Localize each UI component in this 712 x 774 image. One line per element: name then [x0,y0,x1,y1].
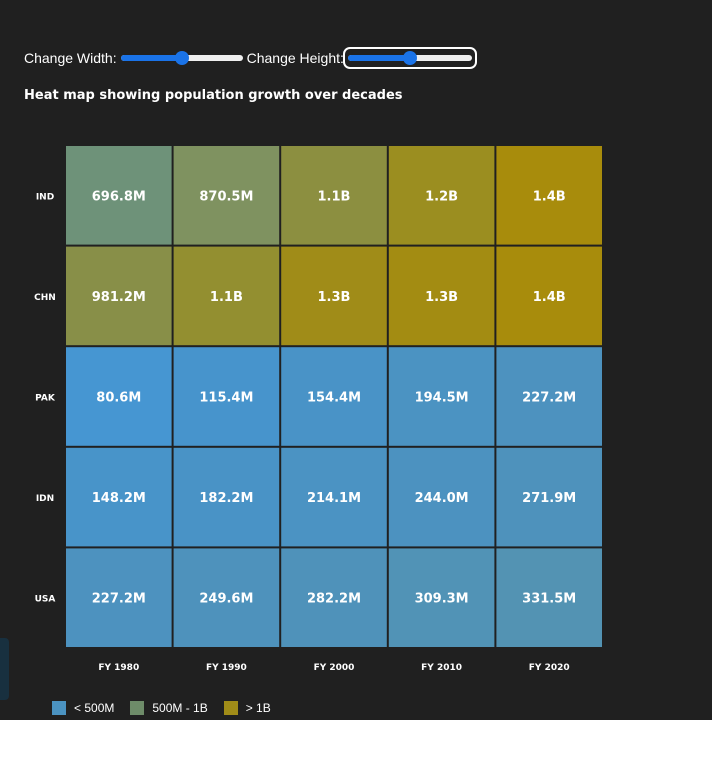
heatmap-cell-label: 331.5M [522,592,576,607]
legend-swatch [130,701,145,715]
heatmap-cell-label: 115.4M [199,391,253,406]
legend-item: 500M - 1B [130,701,208,715]
heatmap-cell-label: 309.3M [415,592,469,607]
heatmap-cell-label: 227.2M [522,391,576,406]
legend-item: > 1B [223,701,271,715]
legend: < 500M 500M - 1B > 1B [52,701,287,715]
heatmap-cell-label: 244.0M [415,491,469,506]
y-axis-label: USA [35,595,56,605]
legend-label: 500M - 1B [152,701,208,715]
width-slider[interactable] [119,50,245,66]
y-axis-label: CHN [34,293,56,303]
size-controls: Change Width: Change Height: [24,46,477,70]
width-slider-thumb[interactable] [174,51,189,65]
heatmap-cell-label: 282.2M [307,592,361,607]
x-axis-label: FY 2000 [314,663,355,673]
heatmap-cell-label: 1.1B [210,290,243,305]
heatmap-cell-label: 870.5M [199,189,253,204]
x-axis-label: FY 2020 [529,663,570,673]
heatmap-cell-label: 154.4M [307,391,361,406]
heatmap-chart: 696.8M 870.5M 1.1B 1.2B 1.4B 981.2M 1.1B 1.3B 1.… [34,145,604,673]
height-slider[interactable] [342,47,477,69]
heatmap-cell-label: 1.3B [425,290,458,305]
legend-label: > 1B [245,701,271,715]
height-label: Change Height: [246,50,344,66]
width-slider-fill [120,55,182,61]
width-label: Change Width: [24,50,117,66]
heatmap-cell-label: 1.4B [533,189,566,204]
heatmap-cell-label: 1.4B [533,290,566,305]
x-axis-label: FY 2010 [421,663,462,673]
y-axis-label: IND [36,192,54,202]
x-axis-label: FY 1980 [98,663,139,673]
y-axis-label: IDN [36,494,54,504]
legend-item: < 500M [52,701,114,715]
heatmap-cell-label: 214.1M [307,491,361,506]
legend-swatch [52,701,66,715]
heatmap-cell-label: 148.2M [92,491,146,506]
heatmap-cell-label: 271.9M [522,491,576,506]
height-slider-fill [347,55,410,61]
heatmap-cell-label: 1.2B [425,189,458,204]
legend-label: < 500M [74,701,115,715]
heatmap-cell-label: 80.6M [96,391,141,406]
side-panel-tab[interactable] [0,638,9,700]
chart-title: Heat map showing population growth over … [24,88,403,103]
height-slider-thumb[interactable] [402,51,417,65]
heatmap-cell-label: 194.5M [415,391,469,406]
heatmap-cell-label: 696.8M [92,189,146,204]
y-axis-label: PAK [35,394,56,404]
heatmap-cell-label: 227.2M [92,592,146,607]
heatmap-cell-label: 981.2M [92,290,146,305]
heatmap-cell-label: 182.2M [199,491,253,506]
heatmap-cell-label: 1.1B [318,189,351,204]
heatmap-cell-label: 1.3B [318,290,351,305]
legend-swatch [223,701,238,715]
heatmap-cell-label: 249.6M [199,592,253,607]
x-axis-label: FY 1990 [206,663,247,673]
